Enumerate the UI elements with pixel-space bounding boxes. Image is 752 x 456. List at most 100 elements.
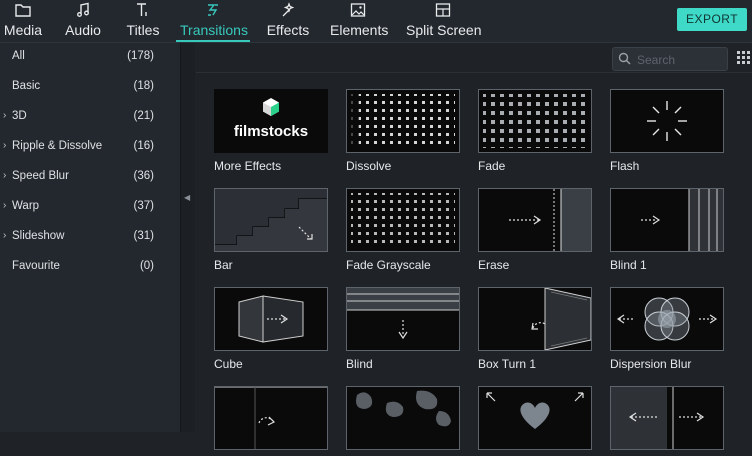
- folder-icon: [3, 2, 43, 20]
- tab-titles[interactable]: Titles: [124, 0, 162, 42]
- transition-card-erase[interactable]: Erase: [478, 188, 592, 272]
- card-label: Bar: [214, 258, 233, 272]
- arc-arrow-thumb-icon: [215, 387, 327, 449]
- collapse-arrow-icon: ◀: [184, 193, 191, 202]
- card-label: Cube: [214, 357, 243, 371]
- export-button[interactable]: EXPORT: [677, 8, 747, 31]
- thumbnail: [214, 188, 328, 252]
- dissolve-thumb-icon: [347, 90, 455, 152]
- transition-card[interactable]: [610, 386, 724, 456]
- tab-media[interactable]: Media: [3, 0, 43, 42]
- expand-arrow-icon[interactable]: ›: [3, 140, 6, 151]
- tab-audio[interactable]: Audio: [64, 0, 102, 42]
- transition-card[interactable]: [346, 386, 460, 456]
- box-turn-thumb-icon: [531, 288, 591, 350]
- card-label: Dispersion Blur: [610, 357, 692, 371]
- category-label: 3D: [12, 110, 27, 122]
- thumbnail: [610, 386, 724, 450]
- category-slideshow[interactable]: › Slideshow (31): [0, 223, 180, 251]
- thumbnail: [214, 386, 328, 450]
- category-warp[interactable]: › Warp (37): [0, 193, 180, 221]
- tab-split-screen[interactable]: Split Screen: [406, 0, 481, 42]
- card-label: Box Turn 1: [478, 357, 537, 371]
- transition-card-blind-1[interactable]: Blind 1: [610, 188, 724, 272]
- transition-card-dissolve[interactable]: Dissolve: [346, 89, 460, 173]
- category-count: (31): [133, 230, 154, 242]
- thumbnail: filmstocks: [214, 89, 328, 153]
- transition-card-flash[interactable]: Flash: [610, 89, 724, 173]
- image-icon: [330, 2, 386, 20]
- transition-card-fade-grayscale[interactable]: Fade Grayscale: [346, 188, 460, 272]
- active-tab-indicator: [176, 40, 250, 42]
- category-favourite[interactable]: Favourite (0): [0, 253, 180, 281]
- category-count: (36): [133, 170, 154, 182]
- category-all[interactable]: All (178): [0, 43, 180, 71]
- blind-1-thumb-icon: [641, 189, 723, 251]
- category-ripple-dissolve[interactable]: › Ripple & Dissolve (16): [0, 133, 180, 161]
- category-label: All: [12, 50, 25, 62]
- category-basic[interactable]: Basic (18): [0, 73, 180, 101]
- fade-thumb-icon: [483, 94, 587, 148]
- category-label: Speed Blur: [12, 170, 69, 182]
- card-label: Erase: [478, 258, 510, 272]
- transition-card-blind[interactable]: Blind: [346, 287, 460, 371]
- search-input[interactable]: [635, 50, 725, 70]
- grid-view-icon[interactable]: [737, 51, 751, 65]
- card-label: Blind: [346, 357, 373, 371]
- tab-elements[interactable]: Elements: [330, 0, 389, 42]
- text-icon: [124, 2, 162, 20]
- transition-card-box-turn-1[interactable]: Box Turn 1: [478, 287, 592, 371]
- search-box[interactable]: [612, 47, 728, 71]
- thumbnail: [478, 188, 592, 252]
- thumbnail: [478, 386, 592, 450]
- panel-divider: [196, 72, 752, 73]
- expand-arrow-icon[interactable]: ›: [3, 200, 6, 211]
- thumbnail: [478, 287, 592, 351]
- category-label: Ripple & Dissolve: [12, 140, 103, 152]
- category-count: (37): [133, 200, 154, 212]
- category-speed-blur[interactable]: › Speed Blur (36): [0, 163, 180, 191]
- split-arrows-thumb-icon: [611, 387, 705, 449]
- expand-arrow-icon[interactable]: ›: [3, 110, 6, 121]
- blind-thumb-icon: [347, 288, 459, 340]
- erase-arrow-icon: [509, 189, 591, 251]
- thumbnail: [346, 188, 460, 252]
- transition-card-dispersion-blur[interactable]: Dispersion Blur: [610, 287, 724, 371]
- bar-steps-icon: [215, 198, 327, 251]
- sidebar-collapse-handle[interactable]: ◀: [181, 43, 195, 432]
- tab-label: Audio: [65, 22, 101, 38]
- category-sidebar: All (178) Basic (18) › 3D (21) › Ripple …: [0, 43, 181, 432]
- category-count: (0): [139, 260, 154, 272]
- transition-card[interactable]: [478, 386, 592, 456]
- thumbnail: [346, 287, 460, 351]
- category-3d[interactable]: › 3D (21): [0, 103, 180, 131]
- thumbnail: [346, 386, 460, 450]
- thumbnail: [346, 89, 460, 153]
- category-label: Basic: [12, 80, 41, 92]
- expand-arrow-icon[interactable]: ›: [3, 170, 6, 181]
- music-note-icon: [64, 2, 102, 20]
- tab-transitions[interactable]: Transitions: [176, 0, 250, 42]
- transition-card[interactable]: [214, 386, 328, 456]
- thumbnail: [610, 287, 724, 351]
- fade-grayscale-thumb-icon: [351, 193, 455, 247]
- card-label: Flash: [610, 159, 640, 173]
- tab-effects[interactable]: Effects: [266, 0, 310, 42]
- top-toolbar: Media Audio Titles Transitions Effects E…: [0, 0, 752, 43]
- card-label: Blind 1: [610, 258, 647, 272]
- category-count: (21): [133, 110, 154, 122]
- cube-thumb-icon: [238, 295, 304, 343]
- transition-card-more-effects[interactable]: filmstocks More Effects: [214, 89, 328, 173]
- transition-card-cube[interactable]: Cube: [214, 287, 328, 371]
- transition-icon: [180, 2, 246, 20]
- card-label: More Effects: [214, 159, 282, 173]
- sparkle-icon: [266, 2, 310, 20]
- filmstocks-logo-icon: [263, 98, 279, 116]
- transition-card-fade[interactable]: Fade: [478, 89, 592, 173]
- tab-label: Elements: [330, 22, 389, 38]
- flash-burst-icon: [647, 101, 687, 141]
- transition-card-bar[interactable]: Bar: [214, 188, 328, 272]
- thumbnail: [214, 287, 328, 351]
- category-count: (16): [133, 140, 154, 152]
- expand-arrow-icon[interactable]: ›: [3, 230, 6, 241]
